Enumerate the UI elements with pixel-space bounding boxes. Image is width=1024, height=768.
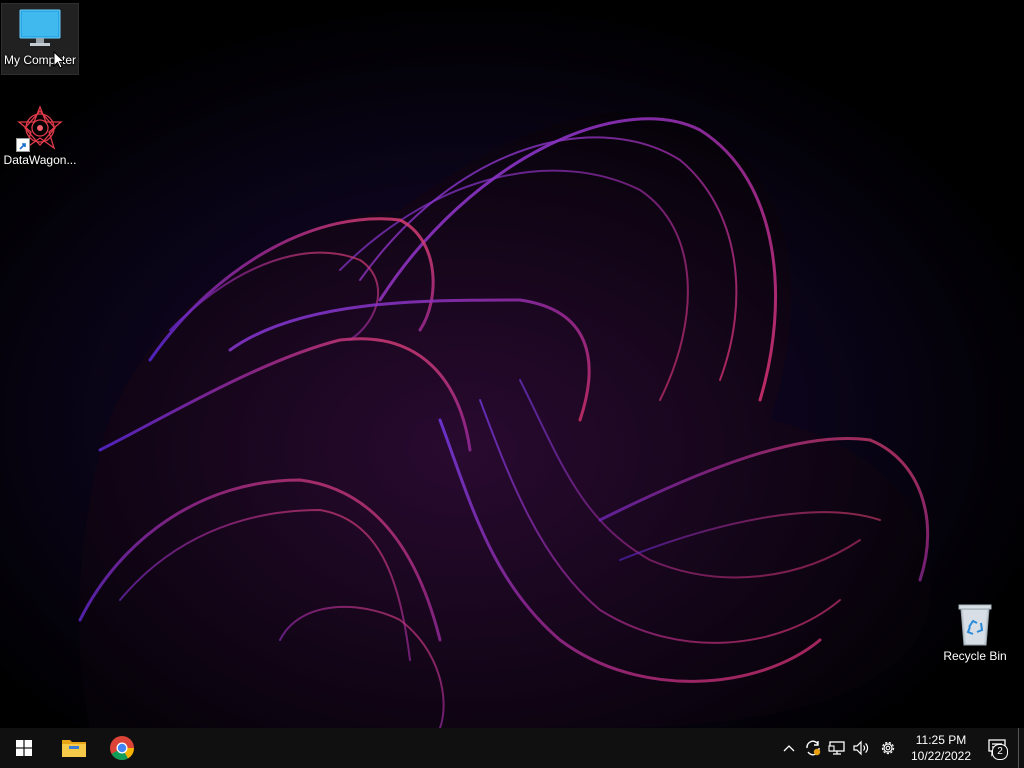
tray-volume[interactable] bbox=[849, 728, 873, 768]
clock-time: 11:25 PM bbox=[915, 733, 967, 747]
taskbar: 11:25 PM 10/22/2022 2 bbox=[0, 728, 1024, 768]
desktop[interactable]: My Computer DataWagon... Recycle Bin bbox=[0, 0, 1024, 728]
show-desktop-button[interactable] bbox=[1018, 728, 1024, 768]
volume-icon bbox=[853, 740, 869, 756]
settings-gear-icon bbox=[881, 741, 895, 755]
tray-sync[interactable] bbox=[801, 728, 825, 768]
desktop-icon-label: DataWagon... bbox=[3, 153, 77, 167]
desktop-icon-datawagon[interactable]: DataWagon... bbox=[2, 104, 78, 174]
desktop-icon-recycle-bin[interactable]: Recycle Bin bbox=[937, 600, 1013, 670]
chevron-up-icon bbox=[783, 745, 795, 752]
taskbar-clock[interactable]: 11:25 PM 10/22/2022 bbox=[904, 728, 978, 768]
file-explorer-icon bbox=[62, 740, 86, 757]
recycle-bin-icon bbox=[951, 600, 999, 648]
sync-icon bbox=[806, 740, 821, 756]
taskbar-file-explorer[interactable] bbox=[50, 728, 98, 768]
monitor-icon bbox=[16, 4, 64, 52]
system-tray: 11:25 PM 10/22/2022 2 bbox=[777, 728, 1024, 768]
windows-start-icon bbox=[16, 740, 32, 756]
shortcut-arrow-icon bbox=[16, 138, 30, 152]
desktop-icon-label: My Computer bbox=[3, 53, 77, 67]
network-icon bbox=[828, 741, 845, 755]
desktop-icon-label: Recycle Bin bbox=[943, 649, 1007, 663]
taskbar-chrome[interactable] bbox=[98, 728, 146, 768]
notification-count-badge: 2 bbox=[992, 744, 1008, 760]
tray-settings[interactable] bbox=[876, 728, 900, 768]
start-button[interactable] bbox=[0, 728, 48, 768]
desktop-icon-my-computer[interactable]: My Computer bbox=[1, 3, 79, 75]
tray-overflow-button[interactable] bbox=[777, 728, 801, 768]
notification-center-button[interactable]: 2 bbox=[978, 728, 1018, 768]
clock-date: 10/22/2022 bbox=[910, 749, 972, 763]
mouse-cursor-icon bbox=[53, 51, 65, 69]
wallpaper-bloom bbox=[78, 111, 931, 728]
chrome-icon bbox=[110, 736, 134, 761]
datawagon-icon bbox=[16, 104, 64, 152]
tray-network[interactable] bbox=[825, 728, 849, 768]
